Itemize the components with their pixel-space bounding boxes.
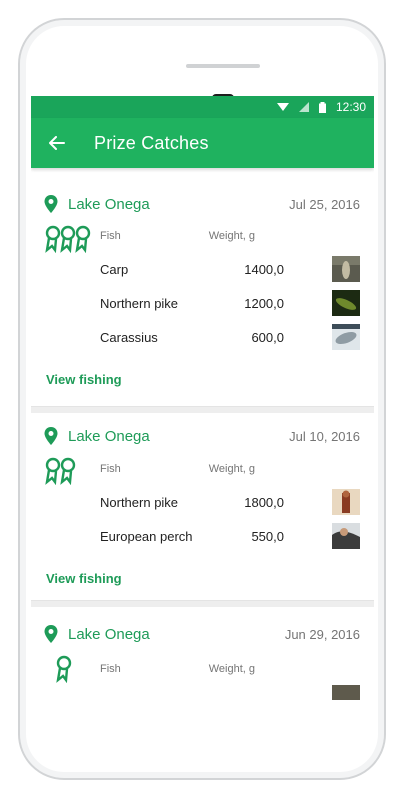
view-fishing-link[interactable]: View fishing — [46, 571, 122, 586]
fish-column-header: Fish — [100, 663, 121, 675]
weight-column-header: Weight, g — [208, 230, 255, 242]
location-pin-icon — [44, 427, 58, 445]
catch-card: Lake Onega Jul 25, 2016 Fish Weight, g C… — [31, 168, 374, 407]
weight-column-header: Weight, g — [208, 463, 255, 475]
phone-speaker — [186, 64, 260, 68]
fish-photo[interactable] — [332, 523, 360, 549]
card-header: Lake Onega Jul 10, 2016 — [44, 423, 360, 449]
fish-weight: 550,0 — [251, 528, 284, 544]
fish-photo[interactable] — [332, 290, 360, 316]
lake-name[interactable]: Lake Onega — [68, 196, 289, 213]
status-bar: 12:30 — [31, 96, 374, 118]
fish-name: European perch — [100, 528, 193, 544]
catch-date: Jul 10, 2016 — [289, 428, 360, 444]
table-header: Fish Weight, g — [100, 663, 255, 675]
award-icon — [45, 457, 76, 485]
card-header: Lake Onega Jul 25, 2016 — [44, 191, 360, 217]
app-toolbar: Prize Catches — [31, 118, 374, 168]
fish-name: Northern pike — [100, 494, 179, 510]
weight-column-header: Weight, g — [208, 663, 255, 675]
signal-icon — [298, 102, 309, 112]
view-fishing-link[interactable]: View fishing — [46, 372, 122, 387]
fish-photo[interactable] — [332, 324, 360, 350]
award-icon — [56, 655, 72, 683]
catch-date: Jun 29, 2016 — [284, 626, 360, 642]
status-time: 12:30 — [335, 100, 366, 114]
fish-photo[interactable] — [332, 489, 360, 515]
back-arrow-icon[interactable] — [43, 129, 71, 157]
catch-date: Jul 25, 2016 — [289, 196, 360, 212]
card-header: Lake Onega Jun 29, 2016 — [44, 621, 360, 647]
table-header: Fish Weight, g — [100, 463, 255, 475]
fish-column-header: Fish — [100, 463, 121, 475]
fish-name: Northern pike — [100, 295, 179, 311]
fish-column-header: Fish — [100, 230, 121, 242]
lake-name[interactable]: Lake Onega — [68, 428, 289, 445]
fish-weight: 1800,0 — [244, 494, 284, 510]
fish-weight: 1400,0 — [244, 261, 284, 277]
lake-name[interactable]: Lake Onega — [68, 626, 285, 643]
catch-row[interactable]: European perch 550,0 — [100, 523, 360, 549]
catch-card: Lake Onega Jul 10, 2016 Fish Weight, g N… — [31, 413, 374, 601]
catch-row[interactable]: Northern pike 1800,0 — [100, 489, 360, 515]
fish-name: Carp — [100, 261, 129, 277]
fish-weight: 600,0 — [251, 329, 284, 345]
location-pin-icon — [44, 195, 58, 213]
catch-row[interactable]: Carassius 600,0 — [100, 324, 360, 350]
fish-photo[interactable] — [332, 256, 360, 282]
app-screen: 12:30 Prize Catches Lake Onega Jul 25, 2… — [31, 96, 374, 700]
battery-icon — [318, 101, 326, 113]
wifi-icon — [276, 102, 289, 112]
catch-row[interactable]: Carp 1400,0 — [100, 256, 360, 282]
fish-name: Carassius — [100, 329, 158, 345]
table-header: Fish Weight, g — [100, 230, 255, 242]
page-title: Prize Catches — [94, 132, 209, 153]
fish-weight: 1200,0 — [244, 295, 284, 311]
award-icon — [45, 225, 91, 253]
fish-photo[interactable] — [332, 685, 360, 700]
catch-row[interactable]: Northern pike 1200,0 — [100, 290, 360, 316]
catch-card: Lake Onega Jun 29, 2016 Fish Weight, g — [31, 607, 374, 700]
location-pin-icon — [44, 625, 58, 643]
